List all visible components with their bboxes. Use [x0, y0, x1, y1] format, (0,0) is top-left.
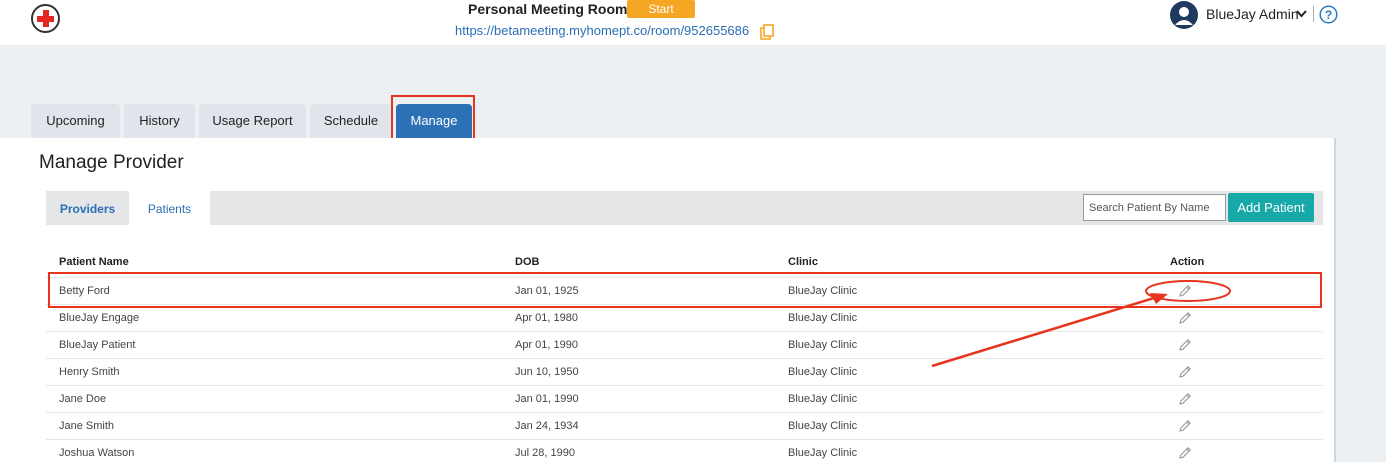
tab-manage[interactable]: Manage: [396, 104, 472, 138]
pencil-icon[interactable]: [1178, 338, 1192, 352]
column-header-clinic: Clinic: [788, 256, 818, 268]
column-header-dob: DOB: [515, 256, 540, 268]
dob-cell: Jan 01, 1990: [515, 393, 579, 405]
clinic-cell: BlueJay Clinic: [788, 366, 858, 378]
subtab-providers[interactable]: Providers: [46, 191, 129, 225]
personal-meeting-room-label: Personal Meeting Room:: [468, 1, 633, 17]
clinic-cell: BlueJay Clinic: [788, 285, 858, 297]
clinic-cell: BlueJay Clinic: [788, 420, 858, 432]
table-row: Jane Doe Jan 01, 1990 BlueJay Clinic: [46, 385, 1323, 412]
table-row: Betty Ford Jan 01, 1925 BlueJay Clinic: [46, 277, 1323, 304]
copy-icon[interactable]: [760, 24, 774, 40]
table-row: Henry Smith Jun 10, 1950 BlueJay Clinic: [46, 358, 1323, 385]
pencil-icon[interactable]: [1178, 392, 1192, 406]
patient-name-cell: Jane Doe: [59, 393, 107, 405]
chevron-down-icon[interactable]: [1296, 10, 1307, 18]
tab-history[interactable]: History: [124, 104, 195, 138]
patient-name-cell: Joshua Watson: [59, 447, 135, 459]
pencil-icon[interactable]: [1178, 365, 1192, 379]
meeting-room-link[interactable]: https://betameeting.myhomept.co/room/952…: [455, 23, 749, 38]
dob-cell: Jun 10, 1950: [515, 366, 579, 378]
search-patient-input[interactable]: [1083, 194, 1226, 221]
column-header-patient-name: Patient Name: [59, 256, 129, 268]
pencil-icon[interactable]: [1178, 446, 1192, 460]
table-row: BlueJay Patient Apr 01, 1990 BlueJay Clini…: [46, 331, 1323, 358]
patient-name-cell: Henry Smith: [59, 366, 120, 378]
dob-cell: Jan 24, 1934: [515, 420, 579, 432]
patient-name-cell: Betty Ford: [59, 285, 110, 297]
clinic-cell: BlueJay Clinic: [788, 393, 858, 405]
patient-name-cell: Jane Smith: [59, 420, 115, 432]
start-meeting-button[interactable]: Start: [627, 0, 695, 18]
dob-cell: Apr 01, 1990: [515, 339, 578, 351]
patient-name-cell: BlueJay Patient: [59, 339, 136, 351]
tab-schedule[interactable]: Schedule: [310, 104, 392, 138]
subtab-patients[interactable]: Patients: [129, 191, 210, 225]
tab-usage-report[interactable]: Usage Report: [199, 104, 306, 138]
table-row: BlueJay Engage Apr 01, 1980 BlueJay Clinic: [46, 304, 1323, 331]
pencil-icon[interactable]: [1178, 311, 1192, 325]
top-header: Personal Meeting Room: Start https://bet…: [0, 0, 1386, 45]
clinic-cell: BlueJay Clinic: [788, 312, 858, 324]
table-row: Joshua Watson Jul 28, 1990 BlueJay Clinic: [46, 439, 1323, 462]
column-header-action: Action: [1170, 256, 1205, 268]
header-separator: [1313, 6, 1314, 22]
user-avatar-icon[interactable]: [1170, 1, 1198, 29]
table-row: Jane Smith Jan 24, 1934 BlueJay Clinic: [46, 412, 1323, 439]
tab-upcoming[interactable]: Upcoming: [31, 104, 120, 138]
clinic-cell: BlueJay Clinic: [788, 339, 858, 351]
dob-cell: Apr 01, 1980: [515, 312, 578, 324]
clinic-cell: BlueJay Clinic: [788, 447, 858, 459]
page-title: Manage Provider: [39, 152, 184, 173]
help-icon[interactable]: ?: [1319, 5, 1338, 24]
dob-cell: Jan 01, 1925: [515, 285, 579, 297]
patient-name-cell: BlueJay Engage: [59, 312, 140, 324]
pencil-icon[interactable]: [1178, 419, 1192, 433]
user-name[interactable]: BlueJay Admin: [1206, 6, 1299, 22]
svg-text:?: ?: [1325, 8, 1332, 22]
pencil-icon[interactable]: [1178, 284, 1192, 298]
add-patient-button[interactable]: Add Patient: [1228, 193, 1314, 222]
dob-cell: Jul 28, 1990: [515, 447, 575, 459]
red-cross-icon[interactable]: [31, 4, 60, 33]
